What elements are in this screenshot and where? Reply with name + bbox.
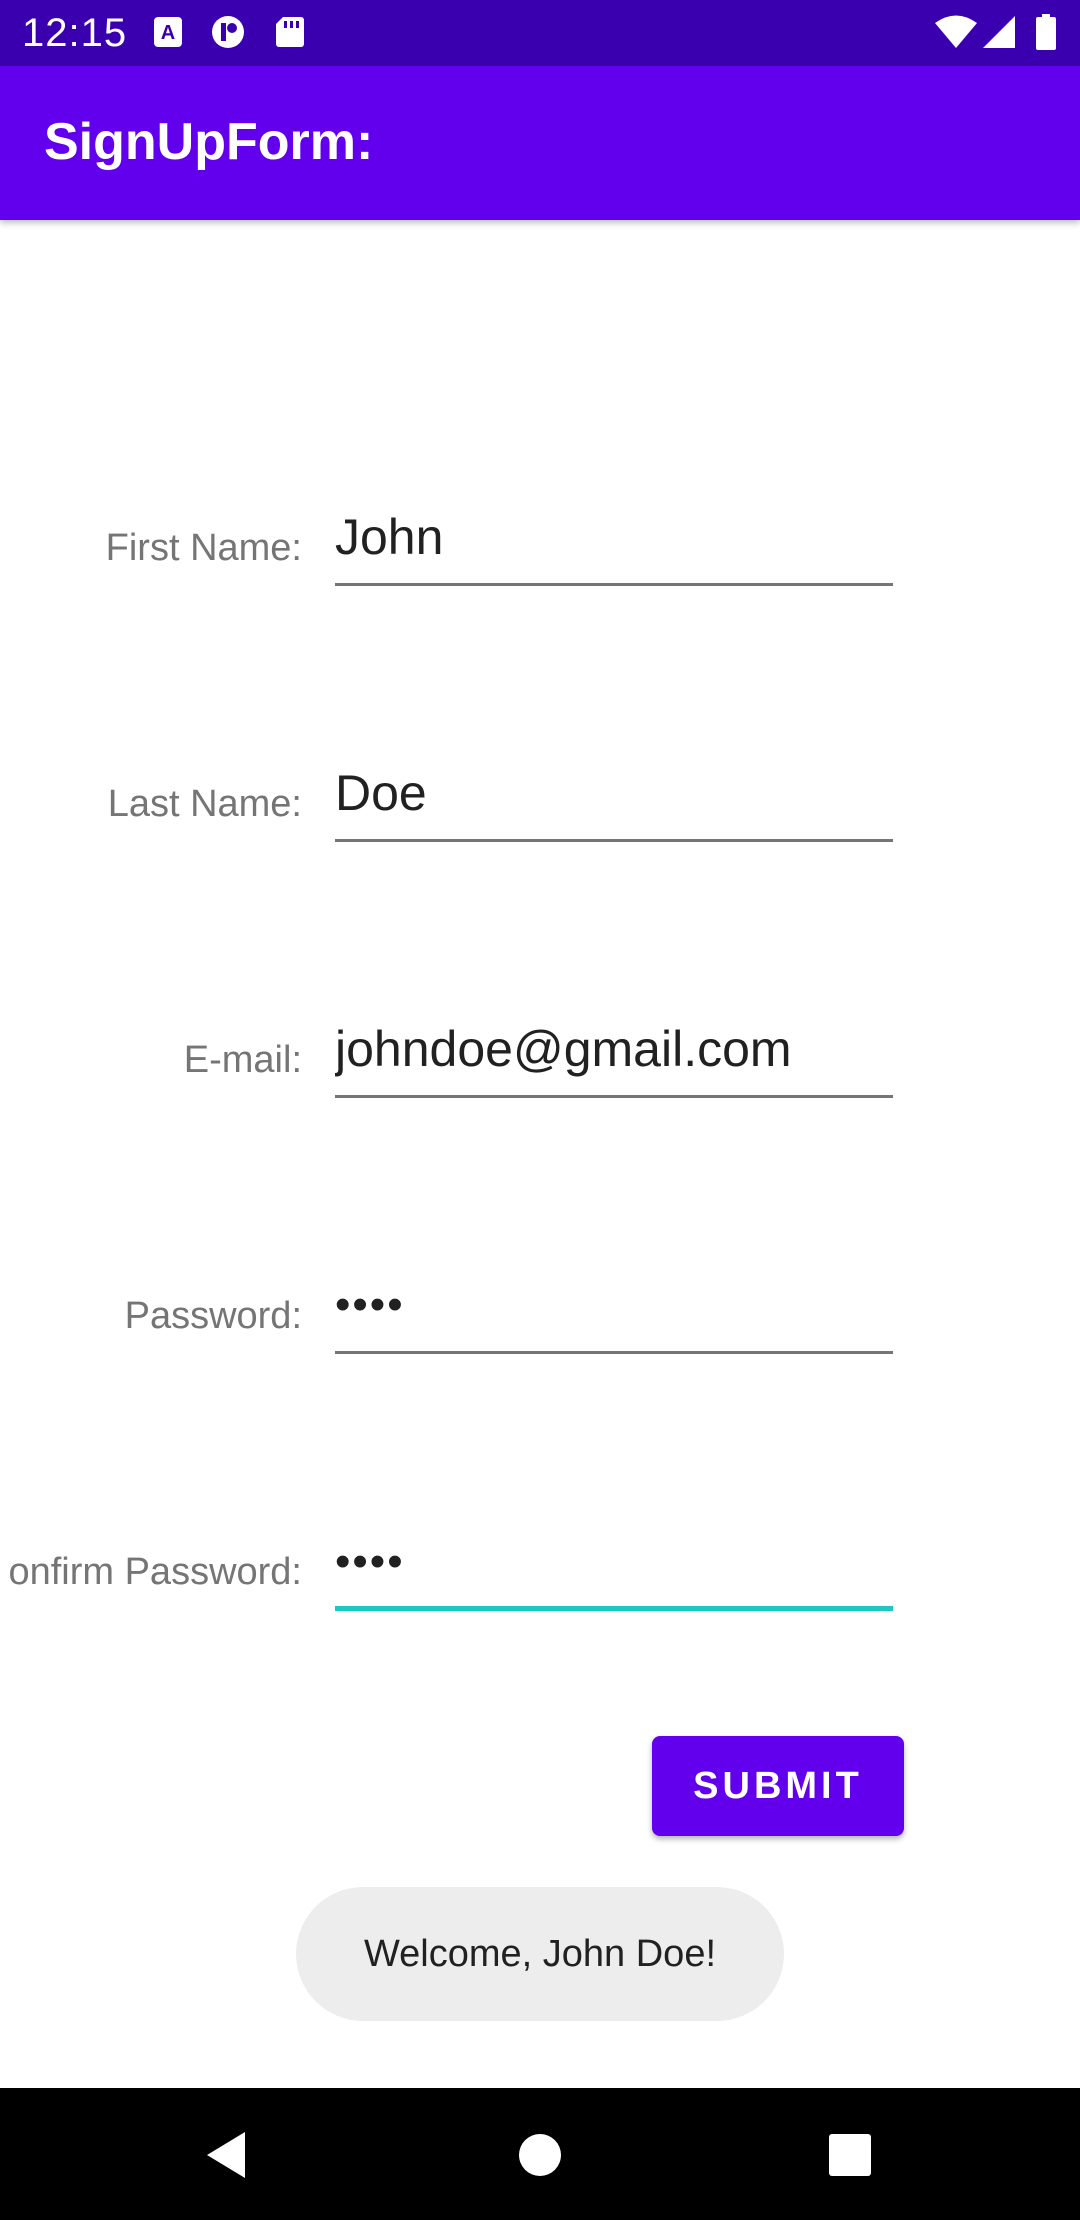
home-icon[interactable] <box>505 2120 575 2190</box>
app-bar: SignUpForm: <box>0 66 1080 220</box>
back-icon[interactable] <box>193 2120 263 2190</box>
battery-icon <box>1034 14 1058 50</box>
screen: 12:15 A SignUpForm: First Name: John Las… <box>0 0 1080 2220</box>
sd-card-icon <box>272 14 308 50</box>
password-label: Password: <box>124 1295 302 1337</box>
email-field[interactable]: johndoe@gmail.com <box>335 1014 893 1098</box>
signal-icon <box>982 14 1018 50</box>
wifi-icon <box>934 14 978 50</box>
svg-text:A: A <box>161 22 175 44</box>
confirm-password-label: onfirm Password: <box>8 1551 302 1593</box>
email-label: E-mail: <box>183 1039 302 1081</box>
last-name-field[interactable]: Doe <box>335 758 893 842</box>
submit-button[interactable]: SUBMIT <box>652 1736 904 1836</box>
last-name-label: Last Name: <box>107 783 302 825</box>
first-name-label: First Name: <box>105 527 302 569</box>
p-notification-icon <box>210 14 246 50</box>
navigation-bar <box>0 2088 1080 2220</box>
first-name-field[interactable]: John <box>335 502 893 586</box>
recents-icon[interactable] <box>815 2120 885 2190</box>
app-title: SignUpForm: <box>44 113 374 171</box>
password-field[interactable]: •••• <box>335 1270 893 1354</box>
a-notification-icon: A <box>150 14 186 50</box>
confirm-password-field[interactable]: •••• <box>335 1527 893 1611</box>
status-bar: 12:15 A <box>0 0 1080 66</box>
toast-message: Welcome, John Doe! <box>296 1887 784 2021</box>
status-time: 12:15 <box>22 11 128 55</box>
